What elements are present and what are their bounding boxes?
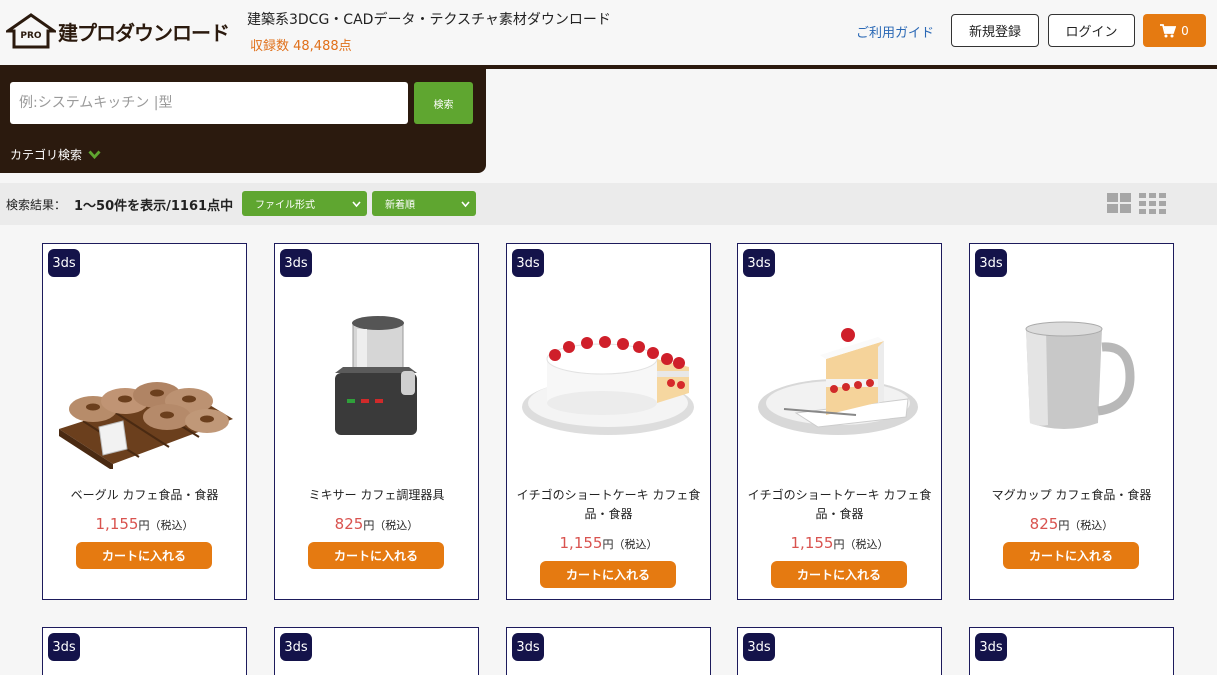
add-to-cart-button[interactable]: カートに入れる — [308, 542, 444, 569]
mug-icon — [1025, 321, 1135, 429]
format-badge: 3ds — [48, 633, 80, 661]
product-price: 1,155円（税込） — [738, 533, 941, 552]
price-value: 1,155 — [559, 534, 603, 552]
search-button[interactable]: 検索 — [414, 82, 473, 124]
format-badge: 3ds — [512, 249, 544, 277]
price-value: 825 — [1029, 515, 1059, 533]
product-price: 825円（税込） — [275, 514, 478, 533]
format-badge: 3ds — [280, 633, 312, 661]
item-count: 収録数 48,488点 — [250, 39, 352, 54]
site-header: PRO 建プロダウンロード 建築系3DCG・CADデータ・テクスチャ素材ダウンロ… — [0, 0, 1217, 65]
logo-badge-text: PRO — [20, 31, 42, 41]
product-card[interactable]: 3ds — [42, 627, 247, 675]
product-name[interactable]: イチゴのショートケーキ カフェ食品・食器 — [742, 486, 937, 524]
sort-order-select-value: 新着順 — [385, 200, 415, 211]
product-card[interactable]: 3ds — [969, 627, 1174, 675]
search-panel: 検索 カテゴリ検索 — [0, 69, 486, 173]
bagel-tray-icon — [59, 382, 233, 469]
register-button[interactable]: 新規登録 — [951, 14, 1039, 47]
product-card[interactable]: 3ds イチゴのショートケーキ カフェ食品・食器 1,155円（税込） カートに… — [737, 243, 942, 600]
category-search-label: カテゴリ検索 — [10, 148, 83, 162]
product-card[interactable]: 3ds マグカップ カフェ食品・食器 825円（税込） カートに入れる — [969, 243, 1174, 600]
add-to-cart-button[interactable]: カートに入れる — [540, 561, 676, 588]
site-tagline: 建築系3DCG・CADデータ・テクスチャ素材ダウンロード — [247, 12, 611, 28]
product-price: 825円（税込） — [970, 514, 1173, 533]
price-value: 825 — [334, 515, 364, 533]
product-card[interactable]: 3ds ミキサー カフェ調理器具 825円（税込） カートに入れる — [274, 243, 479, 600]
format-badge: 3ds — [743, 633, 775, 661]
chevron-down-icon — [352, 201, 361, 208]
product-name[interactable]: マグカップ カフェ食品・食器 — [974, 486, 1169, 505]
small-grid-view-icon[interactable] — [1139, 193, 1166, 214]
product-card[interactable]: 3ds — [506, 627, 711, 675]
product-card[interactable]: 3ds イチゴのショートケーキ カフェ食品・食器 1,155円（税込） カートに… — [506, 243, 711, 600]
cart-button[interactable]: 0 — [1143, 14, 1206, 47]
file-format-select[interactable]: ファイル形式 — [242, 191, 367, 216]
large-grid-view-icon[interactable] — [1107, 193, 1131, 214]
results-label: 検索結果： — [6, 198, 67, 212]
add-to-cart-button[interactable]: カートに入れる — [76, 542, 212, 569]
logo-text: 建プロダウンロード — [58, 20, 230, 45]
format-badge: 3ds — [743, 249, 775, 277]
price-unit: 円（税込） — [602, 538, 658, 551]
product-price: 1,155円（税込） — [507, 533, 710, 552]
chevron-down-icon — [461, 201, 470, 208]
format-badge: 3ds — [48, 249, 80, 277]
search-input[interactable] — [10, 82, 408, 124]
price-value: 1,155 — [790, 534, 834, 552]
price-unit: 円（税込） — [138, 519, 194, 532]
site-logo[interactable]: PRO 建プロダウンロード — [6, 13, 238, 49]
product-name[interactable]: イチゴのショートケーキ カフェ食品・食器 — [511, 486, 706, 524]
cart-icon — [1160, 23, 1177, 37]
format-badge: 3ds — [975, 633, 1007, 661]
results-range: 1〜50件を表示/1161点中 — [74, 199, 234, 214]
product-name[interactable]: ミキサー カフェ調理器具 — [279, 486, 474, 505]
format-badge: 3ds — [975, 249, 1007, 277]
price-unit: 円（税込） — [363, 519, 419, 532]
product-card[interactable]: 3ds — [274, 627, 479, 675]
house-logo-icon: PRO — [6, 13, 56, 49]
sort-order-select[interactable]: 新着順 — [372, 191, 476, 216]
product-name[interactable]: ベーグル カフェ食品・食器 — [47, 486, 242, 505]
add-to-cart-button[interactable]: カートに入れる — [1003, 542, 1139, 569]
chevron-down-icon — [88, 150, 101, 159]
price-value: 1,155 — [95, 515, 139, 533]
product-card[interactable]: 3ds ベーグル カフェ食品・食器 1,155円（税込） カートに入れる — [42, 243, 247, 600]
price-unit: 円（税込） — [1058, 519, 1114, 532]
add-to-cart-button[interactable]: カートに入れる — [771, 561, 907, 588]
file-format-select-value: ファイル形式 — [255, 200, 315, 211]
product-price: 1,155円（税込） — [43, 514, 246, 533]
whole-cake-icon — [522, 336, 694, 435]
format-badge: 3ds — [280, 249, 312, 277]
price-unit: 円（税込） — [833, 538, 889, 551]
results-bar: 検索結果： 1〜50件を表示/1161点中 ファイル形式 新着順 — [0, 183, 1217, 225]
cake-slice-icon — [758, 328, 918, 435]
login-button[interactable]: ログイン — [1048, 14, 1135, 47]
category-search-toggle[interactable]: カテゴリ検索 — [10, 146, 101, 163]
cart-count: 0 — [1181, 23, 1189, 38]
mixer-icon — [335, 316, 417, 435]
product-card[interactable]: 3ds — [737, 627, 942, 675]
guide-link[interactable]: ご利用ガイド — [856, 22, 934, 41]
format-badge: 3ds — [512, 633, 544, 661]
